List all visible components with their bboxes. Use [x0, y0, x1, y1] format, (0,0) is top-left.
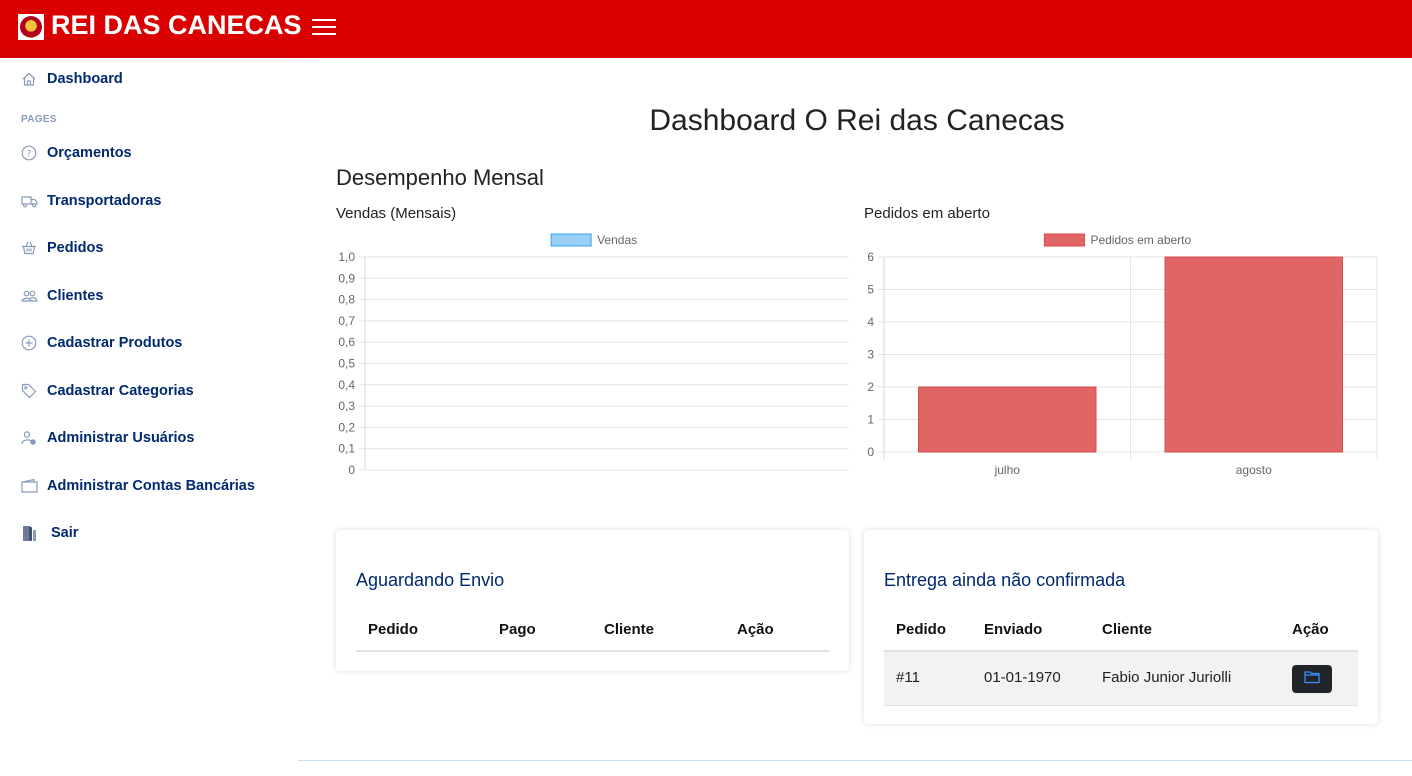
column-header-pago: Pago	[499, 621, 536, 638]
y-tick-label: 0,2	[338, 420, 355, 434]
y-tick-label: 6	[867, 250, 874, 264]
pedidos-chart: Pedidos em aberto 6 5 4 3 2 1 0 julho agosto	[867, 233, 1378, 477]
x-tick-label: julho	[994, 463, 1021, 477]
sidebar-item-label: Cadastrar Categorias	[47, 383, 194, 399]
sidebar-item-pedidos[interactable]: Pedidos	[20, 237, 103, 259]
column-header-enviado: Enviado	[984, 621, 1043, 638]
sidebar-item-label: Cadastrar Produtos	[47, 335, 183, 351]
cell-cliente: Fabio Junior Juriolli	[1102, 669, 1232, 686]
section-title: Desempenho Mensal	[336, 165, 544, 190]
cell-pedido: #11	[896, 669, 920, 686]
sidebar-item-label: Administrar Usuários	[47, 430, 195, 446]
column-header-acao: Ação	[1292, 621, 1329, 638]
truck-icon	[20, 192, 38, 210]
question-circle-icon: ?	[20, 144, 38, 162]
column-header-cliente: Cliente	[604, 621, 655, 638]
legend-swatch	[550, 233, 592, 247]
y-tick-label: 0,7	[338, 314, 355, 328]
chart-title-pedidos: Pedidos em aberto	[864, 205, 990, 222]
legend-label: Pedidos em aberto	[1090, 233, 1191, 247]
column-header-pedido: Pedido	[368, 621, 419, 638]
house-icon	[20, 70, 38, 88]
chart-title-vendas: Vendas (Mensais)	[336, 205, 457, 222]
y-tick-label: 0,5	[338, 357, 355, 371]
card-title: Aguardando Envio	[356, 570, 505, 590]
column-header-pedido: Pedido	[896, 621, 947, 638]
logo[interactable]	[18, 14, 44, 40]
y-tick-label: 4	[867, 315, 874, 329]
sidebar-heading: PAGES	[21, 114, 57, 125]
card-title: Entrega ainda não confirmada	[884, 570, 1126, 590]
footer-divider	[298, 760, 1412, 761]
column-header-acao: Ação	[737, 621, 774, 638]
vendas-chart: Vendas 1,0 0,9 0,8 0,7 0,6 0,5 0,4 0,3 0,2 0,1 0	[338, 233, 849, 477]
y-tick-label: 1,0	[338, 250, 355, 264]
wallet-icon	[20, 477, 38, 495]
menu-toggle-icon[interactable]	[312, 16, 336, 38]
sidebar-item-clientes[interactable]: Clientes	[20, 285, 103, 307]
sidebar-item-label: Sair	[51, 525, 79, 541]
sidebar-item-administrar-usuarios[interactable]: Administrar Usuários	[20, 427, 194, 449]
y-tick-label: 0,1	[338, 442, 355, 456]
y-tick-label: 2	[867, 380, 874, 394]
sidebar-item-dashboard[interactable]: Dashboard	[20, 68, 123, 90]
sidebar-item-label: Transportadoras	[47, 193, 162, 209]
door-exit-icon	[20, 524, 38, 542]
table-header: Pedido Enviado Cliente Ação	[884, 608, 1358, 652]
person-gear-icon	[20, 429, 38, 447]
y-tick-label: 3	[867, 348, 874, 362]
column-header-cliente: Cliente	[1102, 621, 1153, 638]
sidebar-item-administrar-contas[interactable]: Administrar Contas Bancárias	[20, 475, 255, 497]
sidebar-item-label: Administrar Contas Bancárias	[47, 478, 255, 494]
sidebar-item-label: Clientes	[47, 288, 104, 304]
sidebar-item-label: Orçamentos	[47, 145, 132, 161]
card-entrega-nao-confirmada: Entrega ainda não confirmada Pedido Envi…	[864, 530, 1378, 724]
legend-swatch	[1043, 233, 1085, 247]
y-tick-label: 0,3	[338, 399, 355, 413]
cell-enviado: 01-01-1970	[984, 669, 1061, 686]
bar	[918, 386, 1097, 453]
y-tick-label: 0,4	[338, 378, 355, 392]
table-row: #11 01-01-1970 Fabio Junior Juriolli	[884, 652, 1358, 706]
y-tick-label: 1	[867, 413, 874, 427]
top-bar: REI DAS CANECAS	[0, 0, 1412, 58]
y-tick-label: 0	[867, 445, 874, 459]
legend-label: Vendas	[597, 233, 637, 247]
x-tick-label: agosto	[1236, 463, 1272, 477]
y-tick-label: 5	[867, 283, 874, 297]
sidebar-item-orcamentos[interactable]: ? Orçamentos	[20, 142, 132, 164]
open-order-button[interactable]	[1292, 665, 1332, 693]
card-aguardando-envio: Aguardando Envio Pedido Pago Cliente Açã…	[336, 530, 849, 671]
tag-icon	[20, 382, 38, 400]
people-icon	[20, 287, 38, 305]
plus-circle-icon	[20, 334, 38, 352]
y-tick-label: 0,6	[338, 335, 355, 349]
sidebar: Dashboard PAGES ? Orçamentos Transportad…	[0, 58, 298, 776]
sidebar-item-label: Dashboard	[47, 71, 123, 87]
bar	[1164, 256, 1343, 453]
svg-text:?: ?	[27, 150, 32, 160]
folder-icon	[1304, 670, 1320, 689]
page-title: Dashboard O Rei das Canecas	[649, 104, 1065, 137]
y-tick-label: 0,9	[338, 271, 355, 285]
brand-name[interactable]: REI DAS CANECAS	[51, 10, 302, 41]
y-tick-label: 0,8	[338, 293, 355, 307]
basket-icon	[20, 239, 38, 257]
table-header: Pedido Pago Cliente Ação	[356, 608, 829, 652]
y-tick-label: 0	[348, 463, 355, 477]
sidebar-item-cadastrar-produtos[interactable]: Cadastrar Produtos	[20, 332, 182, 354]
sidebar-item-sair[interactable]: Sair	[20, 522, 78, 544]
sidebar-item-label: Pedidos	[47, 240, 104, 256]
sidebar-item-cadastrar-categorias[interactable]: Cadastrar Categorias	[20, 380, 194, 402]
sidebar-item-transportadoras[interactable]: Transportadoras	[20, 190, 161, 212]
